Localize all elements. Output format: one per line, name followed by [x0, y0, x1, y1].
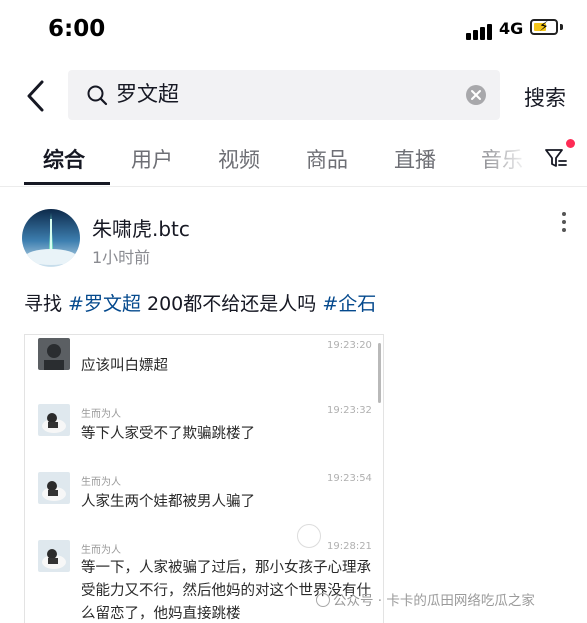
chat-sender: 生而为人 — [81, 545, 121, 556]
chat-message: 人家生两个娃都被男人骗了 — [81, 494, 255, 510]
chat-message: 应该叫白嫖超 — [81, 358, 168, 374]
status-time: 6:00 — [48, 16, 106, 42]
post-text-middle: 200都不给还是人吗 — [140, 293, 323, 315]
active-tab-indicator — [24, 182, 110, 185]
signal-strength-icon — [466, 22, 494, 40]
battery-tip — [560, 24, 563, 30]
tab-products[interactable]: 商品 — [306, 144, 348, 174]
chat-avatar — [38, 472, 70, 504]
search-icon — [87, 85, 108, 106]
search-input[interactable] — [116, 81, 416, 105]
wechat-logo-icon — [316, 593, 330, 607]
notification-dot — [566, 139, 575, 148]
avatar-image — [22, 209, 80, 267]
chat-time: 19:23:32 — [327, 405, 372, 416]
tabs-fade-overlay — [470, 128, 540, 186]
author-name[interactable]: 朱啸虎.btc — [92, 213, 190, 242]
chat-avatar — [38, 540, 70, 572]
tabs-divider — [0, 186, 587, 187]
author-avatar[interactable] — [22, 209, 80, 267]
chat-avatar — [38, 338, 70, 370]
search-submit-button[interactable]: 搜索 — [524, 82, 566, 112]
search-bar[interactable] — [68, 70, 500, 120]
hashtag-luowenchao[interactable]: #罗文超 — [68, 293, 141, 315]
post-image-chat-screenshot[interactable]: 19:23:20 应该叫白嫖超 生而为人 19:23:32 等下人家受不了欺骗跳… — [24, 334, 384, 623]
tab-comprehensive[interactable]: 综合 — [43, 144, 85, 174]
chat-sender: 生而为人 — [81, 477, 121, 488]
back-arrow-icon — [27, 80, 44, 112]
network-type: 4G — [499, 19, 524, 38]
status-bar: 6:00 4G ⚡ — [0, 0, 587, 60]
post-text: 寻找 #罗文超 200都不给还是人吗 #企石 — [24, 289, 376, 316]
battery-icon: ⚡ — [530, 19, 558, 35]
chat-message: 等下人家受不了欺骗跳楼了 — [81, 426, 255, 442]
filter-icon[interactable] — [543, 145, 569, 171]
search-category-tabs: 综合 用户 视频 商品 直播 音乐 — [0, 128, 587, 186]
chat-avatar — [38, 404, 70, 436]
tab-live[interactable]: 直播 — [394, 144, 436, 174]
clear-icon[interactable] — [464, 83, 488, 107]
back-button[interactable] — [22, 78, 54, 114]
chat-scrollbar — [378, 343, 381, 403]
chat-time: 19:23:20 — [327, 340, 372, 351]
post-text-prefix: 寻找 — [24, 293, 69, 315]
watermark-text: 公众号 · 卡卡的瓜田网络吃瓜之家 — [333, 593, 535, 609]
post-time: 1小时前 — [92, 248, 151, 267]
chat-time: 19:28:21 — [327, 541, 372, 552]
more-vertical-icon[interactable] — [560, 212, 568, 238]
loading-spinner-icon — [297, 524, 321, 548]
chat-sender: 生而为人 — [81, 409, 121, 420]
chat-time: 19:23:54 — [327, 473, 372, 484]
watermark: 公众号 · 卡卡的瓜田网络吃瓜之家 — [316, 589, 535, 609]
charging-bolt-icon: ⚡ — [539, 19, 549, 35]
tab-videos[interactable]: 视频 — [218, 144, 260, 174]
hashtag-qishi[interactable]: #企石 — [322, 293, 376, 315]
tab-users[interactable]: 用户 — [131, 144, 173, 174]
